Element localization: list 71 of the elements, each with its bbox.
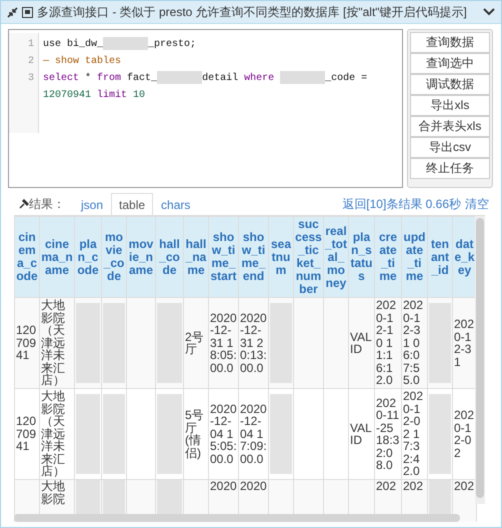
action-button[interactable]: 终止任务 (410, 158, 490, 179)
result-tab[interactable]: json (73, 192, 112, 216)
column-header[interactable]: hall_code (156, 216, 184, 298)
result-tab[interactable]: chars (153, 192, 198, 216)
table-cell: 2号厅 (185, 330, 204, 356)
window-title: 多源查询接口 - 类似于 presto 允许查询不同类型的数据库 [按"alt"键开启代码提示] (37, 4, 467, 20)
table-cell: 2020-12-31 06:07:55.0 (403, 298, 424, 388)
horizontal-scrollbar[interactable] (14, 514, 460, 522)
column-header[interactable]: update_time (402, 216, 428, 298)
table-cell: 2020-12-04 15:05:00.0 (210, 402, 237, 466)
column-header[interactable]: cinema_code (14, 216, 40, 298)
action-button[interactable]: 导出csv (410, 137, 490, 158)
column-header[interactable]: seatnum (268, 216, 294, 298)
action-button[interactable]: 查询选中 (410, 53, 490, 74)
table-cell: 2020 (240, 479, 267, 493)
redaction-block (157, 70, 202, 84)
action-button[interactable]: 调试数据 (410, 74, 490, 95)
table-cell: 2020-11-25 18:32:08.0 (376, 396, 400, 472)
table-cell: 2020-12-02 (454, 408, 474, 460)
column-header[interactable]: movie_code (102, 216, 126, 298)
action-button[interactable]: 查询数据 (410, 32, 490, 53)
table-cell: 大地影院 (41, 479, 65, 506)
column-header[interactable]: date_key (452, 216, 476, 298)
table-cell: VALID (350, 330, 372, 356)
action-button[interactable]: 合并表头xls (410, 116, 490, 137)
table-cell: 2020-12-04 17:09:00.0 (240, 402, 267, 466)
table-cell: 12070941 (16, 414, 36, 454)
clear-link[interactable]: 清空 (465, 196, 489, 212)
column-header[interactable]: success_ticket_number (294, 216, 324, 298)
column-header[interactable]: cinema_name (40, 216, 74, 298)
column-header[interactable]: movie_name (126, 216, 156, 298)
line-number: 3 (26, 72, 35, 86)
collapse-arrows-icon[interactable] (7, 6, 18, 18)
table-cell: 202 (403, 479, 424, 493)
result-summary: 返回[10]条结果 0.66秒 (342, 196, 461, 212)
table-cell: 2020-12-02 17:32:42.0 (403, 389, 424, 478)
redaction-block (280, 70, 326, 84)
results-label: 结果： (29, 196, 65, 212)
table-cell: 2020-12-31 18:05:00.0 (210, 310, 237, 375)
table-cell: 2020-12-31 (454, 317, 474, 368)
column-header[interactable]: show_time_end (238, 216, 268, 298)
table-cell: 2020-12-31 20:13:00.0 (240, 310, 267, 375)
table-cell: 12070941 (16, 323, 36, 362)
column-header[interactable]: plan_status (348, 216, 374, 298)
table-cell: VALID (350, 420, 372, 447)
code-line: use bi_dw_ _presto; (43, 36, 402, 53)
code-editor[interactable]: 1 2 3 use bi_dw_ _presto; — show tables select * from fact_ detail where _code = 12070941 limit 10 (8, 29, 403, 188)
pin-icon (19, 199, 29, 209)
column-header[interactable]: show_time_start (208, 216, 238, 298)
table-cell: 大地影院（天津远洋未来汇店） (41, 389, 65, 478)
table-cell: 5号厅(情侣) (185, 408, 204, 460)
window-icon (22, 6, 33, 18)
result-tab[interactable]: table (111, 192, 154, 216)
code-line: — show tables (43, 54, 122, 69)
table-cell: 202 (376, 479, 396, 493)
column-header[interactable]: plan_code (74, 216, 102, 298)
code-line: select * from fact_ detail where _code = 12070941 limit 10 (43, 70, 402, 104)
action-button[interactable]: 导出xls (410, 95, 490, 116)
chevron-down-icon[interactable] (483, 8, 495, 16)
column-header[interactable]: real_total_money (324, 216, 348, 298)
column-header[interactable]: tenant_id (428, 216, 452, 298)
column-header[interactable]: hall_name (184, 216, 208, 298)
redaction-block (103, 36, 148, 50)
vertical-scrollbar[interactable] (475, 216, 485, 504)
table-cell: 2020-12-10 11:16:12.0 (376, 298, 396, 388)
table-cell: 202 (454, 479, 474, 493)
column-header[interactable]: create_time (374, 216, 402, 298)
table-cell: 大地影院（天津远洋未来汇店） (41, 298, 65, 388)
table-cell: 2020 (210, 479, 237, 493)
line-number: 2 (26, 55, 35, 69)
line-number: 1 (26, 38, 35, 52)
